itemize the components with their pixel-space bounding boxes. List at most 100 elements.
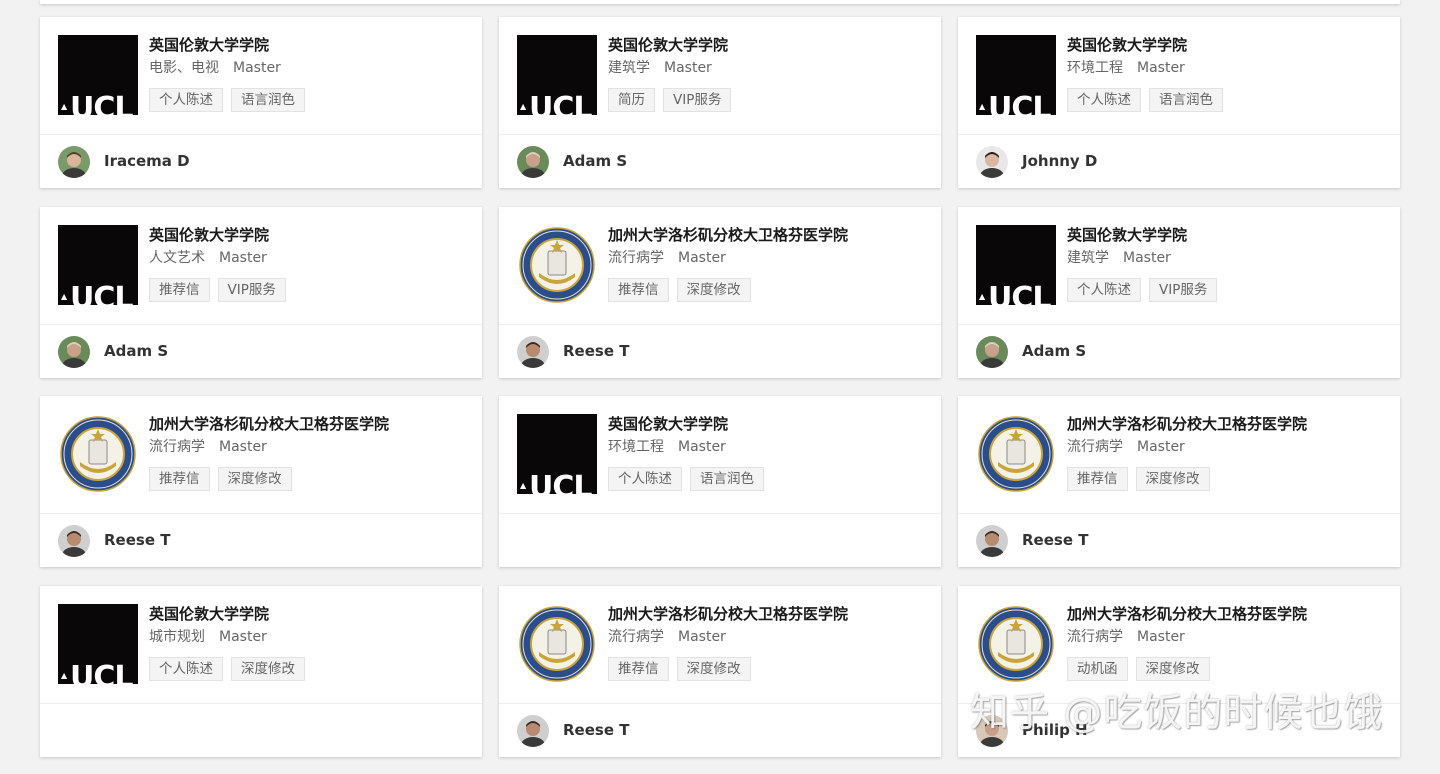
user-avatar[interactable] [517,336,549,368]
school-name[interactable]: 加州大学洛杉矶分校大卫格芬医学院 [1067,414,1390,434]
card-header: ▲ UCL 英国伦敦大学学院 环境工程 Master 个人陈述 语言润色 [958,17,1400,135]
service-tag[interactable]: 语言润色 [690,467,764,491]
service-tag[interactable]: 简历 [608,88,655,112]
degree-level: Master [1137,60,1185,76]
case-card[interactable]: ▲ UCL 英国伦敦大学学院 城市规划 Master 个人陈述 深度修改 [40,586,482,757]
case-info: 英国伦敦大学学院 建筑学 Master 个人陈述 VIP服务 [1067,225,1390,302]
service-tags: 推荐信 VIP服务 [149,278,472,302]
school-name[interactable]: 加州大学洛杉矶分校大卫格芬医学院 [608,225,931,245]
service-tag[interactable]: VIP服务 [1149,278,1218,302]
service-tag[interactable]: 推荐信 [1067,467,1128,491]
service-tag[interactable]: 深度修改 [1135,657,1210,681]
service-tags: 简历 VIP服务 [608,88,931,112]
ucl-logo-text: UCL [529,470,592,495]
dome-icon: ▲ [520,102,527,111]
ucla-seal-logo [976,414,1056,494]
school-name[interactable]: 加州大学洛杉矶分校大卫格芬医学院 [149,414,472,434]
card-footer: Reese T [499,704,941,757]
user-avatar[interactable] [976,336,1008,368]
user-avatar[interactable] [517,715,549,747]
school-name[interactable]: 英国伦敦大学学院 [149,225,472,245]
service-tag[interactable]: 个人陈述 [1067,88,1141,112]
school-name[interactable]: 加州大学洛杉矶分校大卫格芬医学院 [608,604,931,624]
service-tags: 个人陈述 VIP服务 [1067,278,1390,302]
service-tag[interactable]: 个人陈述 [1067,278,1141,302]
user-name[interactable]: Reese T [563,720,629,740]
user-name[interactable]: Adam S [563,151,627,171]
user-avatar[interactable] [517,146,549,178]
user-avatar[interactable] [58,336,90,368]
ucl-logo: ▲ UCL [517,414,597,494]
service-tag[interactable]: 推荐信 [608,657,669,681]
case-info: 加州大学洛杉矶分校大卫格芬医学院 流行病学 Master 推荐信 深度修改 [608,225,931,302]
service-tag[interactable]: 推荐信 [608,278,669,302]
major-name: 流行病学 [149,439,205,455]
major-name: 电影、电视 [149,60,219,76]
degree-level: Master [233,60,281,76]
ucl-logo: ▲ UCL [58,604,138,684]
user-name[interactable]: Adam S [1022,341,1086,361]
service-tag[interactable]: 语言润色 [1149,88,1223,112]
user-avatar[interactable] [976,146,1008,178]
service-tag[interactable]: 动机函 [1067,657,1128,681]
service-tag[interactable]: 深度修改 [676,278,751,302]
ucla-seal-logo [976,604,1056,684]
major-name: 流行病学 [608,250,664,266]
service-tag[interactable]: 语言润色 [231,88,305,112]
case-card[interactable]: 加州大学洛杉矶分校大卫格芬医学院 流行病学 Master 推荐信 深度修改 Reese T [499,207,941,378]
service-tag[interactable]: VIP服务 [663,88,732,112]
card-header: 加州大学洛杉矶分校大卫格芬医学院 流行病学 Master 推荐信 深度修改 [958,396,1400,514]
card-footer: Johnny D [958,135,1400,188]
service-tag[interactable]: VIP服务 [217,278,286,302]
school-name[interactable]: 英国伦敦大学学院 [608,35,931,55]
service-tag[interactable]: 个人陈述 [149,657,223,681]
case-card[interactable]: ▲ UCL 英国伦敦大学学院电影、电视 Master 个人陈述 语言润色 Iracema D [40,17,482,188]
case-card[interactable]: ▲ UCL 英国伦敦大学学院 建筑学 Master 简历 VIP服务 Adam S [499,17,941,188]
user-name[interactable]: Iracema D [104,151,190,171]
school-name[interactable]: 英国伦敦大学学院 [1067,225,1390,245]
card-footer: Reese T [499,325,941,378]
card-header: 加州大学洛杉矶分校大卫格芬医学院 流行病学 Master 推荐信 深度修改 [40,396,482,514]
user-avatar[interactable] [976,525,1008,557]
card-header: ▲ UCL 英国伦敦大学学院电影、电视 Master 个人陈述 语言润色 [40,17,482,135]
service-tag[interactable]: 推荐信 [149,467,210,491]
school-name[interactable]: 英国伦敦大学学院 [149,35,472,55]
ucl-logo-text: UCL [988,281,1051,306]
case-card-grid: ▲ UCL 英国伦敦大学学院 电影、电视 Master 个人陈述 语言润色 Iracema D… [0,0,1440,774]
service-tags: 个人陈述 语言润色 [1067,88,1390,112]
service-tag[interactable]: 深度修改 [217,467,292,491]
card-header: ▲ UCL 英国伦敦大学学院 建筑学 Master 简历 VIP服务 [499,17,941,135]
case-card[interactable]: 加州大学洛杉矶分校大卫格芬医学院 流行病学 Master 推荐信 深度修改 Reese T [958,396,1400,567]
school-name[interactable]: 英国伦敦大学学院 [1067,35,1390,55]
case-info: 英国伦敦大学学院 城市规划 Master 个人陈述 深度修改 [149,604,472,681]
service-tag[interactable]: 个人陈述 [149,88,223,112]
program-line: 建筑学 Master [608,59,931,77]
ucl-logo: ▲ UCL [58,35,138,115]
user-name[interactable]: Reese T [104,530,170,550]
service-tag[interactable]: 深度修改 [1135,467,1210,491]
service-tag[interactable]: 深度修改 [676,657,751,681]
user-name[interactable]: Johnny D [1022,151,1097,171]
case-info: 加州大学洛杉矶分校大卫格芬医学院 流行病学 Master 推荐信 深度修改 [608,604,931,681]
case-card[interactable]: ▲ UCL 英国伦敦大学学院 环境工程 Master 个人陈述 语言润色 [499,396,941,567]
school-name[interactable]: 加州大学洛杉矶分校大卫格芬医学院 [1067,604,1390,624]
user-name[interactable]: Adam S [104,341,168,361]
user-avatar[interactable] [58,146,90,178]
service-tag[interactable]: 推荐信 [149,278,210,302]
case-card[interactable]: 加州大学洛杉矶分校大卫格芬医学院 流行病学 Master 推荐信 深度修改 Reese T [40,396,482,567]
service-tag[interactable]: 个人陈述 [608,467,682,491]
ucla-seal-logo [58,414,138,494]
service-tag[interactable]: 深度修改 [231,657,305,681]
case-card[interactable]: ▲ UCL 英国伦敦大学学院 环境工程 Master 个人陈述 语言润色 Johnny D [958,17,1400,188]
user-name[interactable]: Reese T [1022,530,1088,550]
user-avatar[interactable] [58,525,90,557]
school-name[interactable]: 英国伦敦大学学院 [149,604,472,624]
user-name[interactable]: Reese T [563,341,629,361]
case-card[interactable]: ▲ UCL 英国伦敦大学学院 人文艺术 Master 推荐信 VIP服务 Adam S [40,207,482,378]
school-name[interactable]: 英国伦敦大学学院 [608,414,931,434]
program-line: 电影、电视 Master [149,59,472,77]
case-card[interactable]: 加州大学洛杉矶分校大卫格芬医学院 流行病学 Master 推荐信 深度修改 Reese T [499,586,941,757]
case-card[interactable]: ▲ UCL 英国伦敦大学学院 建筑学 Master 个人陈述 VIP服务 Adam S [958,207,1400,378]
card-header: 加州大学洛杉矶分校大卫格芬医学院 流行病学 Master 推荐信 深度修改 [499,586,941,704]
degree-level: Master [678,439,726,455]
